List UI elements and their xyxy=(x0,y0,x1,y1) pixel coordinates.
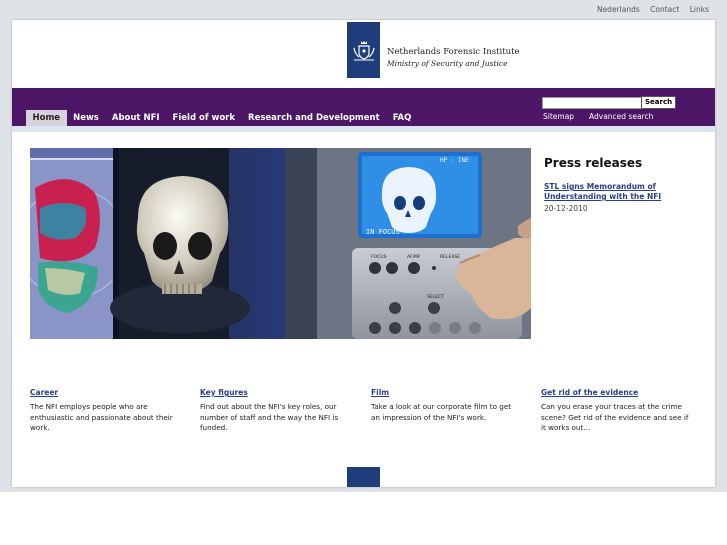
teaser-text-career: The NFI employs people who are enthusias… xyxy=(30,402,173,432)
teaser-title-get-rid-of-evidence[interactable]: Get rid of the evidence xyxy=(541,388,638,397)
forensic-skull-scan-illustration: IN FOCUS HP · INE FOCUS AF/MF RELEASE SE… xyxy=(30,148,531,339)
hero-image[interactable]: IN FOCUS HP · INE FOCUS AF/MF RELEASE SE… xyxy=(30,148,531,339)
press-item-date: 20-12-2010 xyxy=(544,204,588,213)
link-links[interactable]: Links xyxy=(690,5,709,14)
logo-title: Netherlands Forensic Institute xyxy=(387,47,520,57)
teaser-title-key-figures[interactable]: Key figures xyxy=(200,388,248,397)
nav-research-development[interactable]: Research and Development xyxy=(242,110,387,126)
page-container: Netherlands Forensic Institute Ministry … xyxy=(12,20,715,487)
main-navbar: Search Sitemap Advanced search Home News… xyxy=(12,88,715,126)
search-button[interactable]: Search xyxy=(641,96,677,109)
sitemap-link[interactable]: Sitemap xyxy=(543,112,574,121)
release-button-label: RELEASE xyxy=(440,254,460,260)
select-button-label: SELECT xyxy=(427,294,444,300)
top-links: Nederlands Contact Links xyxy=(589,5,709,14)
nav-home[interactable]: Home xyxy=(26,110,67,126)
focus-button-label: FOCUS xyxy=(371,254,387,260)
logo-subtitle: Ministry of Security and Justice xyxy=(387,59,508,68)
link-nederlands[interactable]: Nederlands xyxy=(597,5,640,14)
press-item-link[interactable]: STL signs Memorandum of Understanding wi… xyxy=(544,182,704,202)
nav-about-nfi[interactable]: About NFI xyxy=(105,110,166,126)
press-heading: Press releases xyxy=(544,156,643,170)
teaser-text-key-figures: Find out about the NFI's key roles, our … xyxy=(200,402,339,432)
teaser-title-career[interactable]: Career xyxy=(30,388,58,397)
logo-emblem[interactable] xyxy=(347,22,380,78)
footer-logo-mark xyxy=(347,467,380,487)
teaser-text-get-rid-of-evidence: Can you erase your traces at the crime s… xyxy=(541,402,689,432)
nav-faq[interactable]: FAQ xyxy=(386,110,418,126)
teaser-get-rid-of-evidence: Get rid of the evidence Can you erase yo… xyxy=(541,380,691,434)
teaser-key-figures: Key figures Find out about the NFI's key… xyxy=(200,380,350,434)
teaser-career: Career The NFI employs people who are en… xyxy=(30,380,180,434)
teaser-title-film[interactable]: Film xyxy=(371,388,389,397)
coat-of-arms-icon xyxy=(352,41,375,61)
nav-news[interactable]: News xyxy=(67,110,106,126)
logo-text: Netherlands Forensic Institute Ministry … xyxy=(387,46,520,70)
nav-menu: Home News About NFI Field of work Resear… xyxy=(26,110,418,126)
monitor-label: IN FOCUS xyxy=(366,228,400,236)
press-releases: Press releases STL signs Memorandum of U… xyxy=(544,156,704,213)
nav-divider xyxy=(12,126,715,132)
teaser-film: Film Take a look at our corporate film t… xyxy=(371,380,521,423)
afmf-button-label: AF/MF xyxy=(407,254,421,260)
search-input[interactable] xyxy=(542,97,646,109)
link-contact[interactable]: Contact xyxy=(650,5,679,14)
nav-field-of-work[interactable]: Field of work xyxy=(166,110,241,126)
advanced-search-link[interactable]: Advanced search xyxy=(589,112,653,121)
monitor-corner-label: HP · INE xyxy=(440,157,469,164)
teaser-text-film: Take a look at our corporate film to get… xyxy=(371,402,512,422)
